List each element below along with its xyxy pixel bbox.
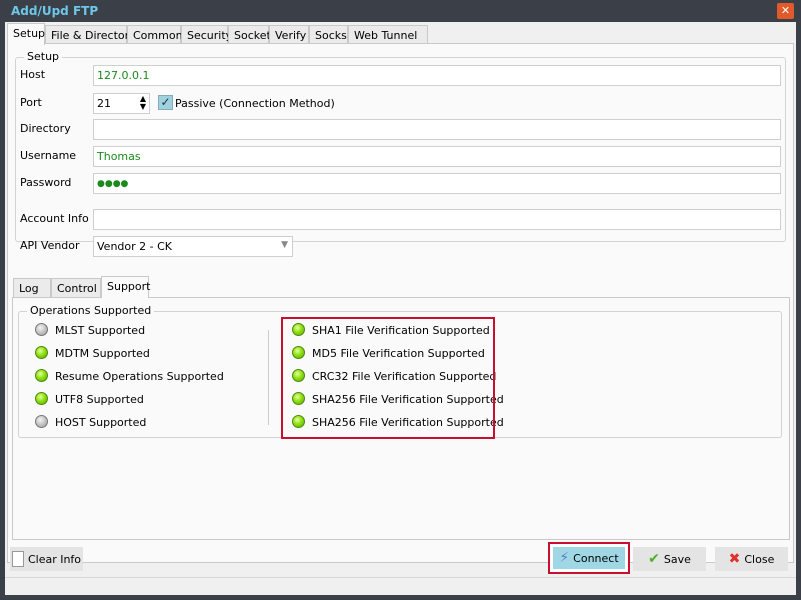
x-icon: ✖ bbox=[728, 551, 741, 567]
api-vendor-select[interactable]: Vendor 2 - CK ▼ bbox=[93, 236, 293, 257]
clear-info-label: Clear Info bbox=[27, 552, 82, 566]
title-bar: Add/Upd FTP ✕ bbox=[0, 0, 801, 22]
tab-verify[interactable]: Verify bbox=[269, 25, 309, 45]
port-stepper[interactable]: 21 ▲ ▼ bbox=[93, 93, 150, 114]
tab-setup[interactable]: Setup bbox=[7, 23, 45, 45]
connect-label: Connect bbox=[573, 551, 619, 565]
document-icon bbox=[11, 551, 24, 567]
operation-label: Resume Operations Supported bbox=[55, 370, 224, 383]
api-vendor-label: API Vendor bbox=[20, 239, 80, 252]
close-icon[interactable]: ✕ bbox=[777, 3, 794, 19]
tab-socket[interactable]: Socket bbox=[228, 25, 271, 45]
support-panel: Operations Supported MLST Supported MDTM … bbox=[12, 297, 790, 540]
operation-label: MLST Supported bbox=[55, 324, 146, 337]
connect-button[interactable]: ⚡ Connect bbox=[548, 542, 630, 574]
username-label: Username bbox=[20, 149, 77, 162]
clear-info-button[interactable]: Clear Info bbox=[10, 547, 83, 571]
account-info-label: Account Info bbox=[20, 212, 89, 225]
directory-label: Directory bbox=[20, 122, 71, 135]
directory-input[interactable] bbox=[93, 119, 781, 140]
setup-group-label: Setup bbox=[24, 50, 63, 63]
tab-web-tunnel[interactable]: Web Tunnel bbox=[348, 25, 428, 45]
passive-label: Passive (Connection Method) bbox=[175, 97, 335, 110]
save-button[interactable]: ✔ Save bbox=[633, 547, 706, 571]
tab-common[interactable]: Common bbox=[127, 25, 183, 45]
plug-icon: ⚡ bbox=[559, 550, 570, 566]
host-label: Host bbox=[20, 68, 46, 81]
chevron-down-icon: ▼ bbox=[281, 240, 288, 250]
tab-security[interactable]: Security bbox=[181, 25, 232, 45]
operations-group-label: Operations Supported bbox=[27, 304, 155, 317]
tab-control[interactable]: Control bbox=[51, 278, 101, 298]
passive-checkbox[interactable]: ✓ bbox=[158, 95, 173, 110]
divider bbox=[268, 330, 269, 425]
status-led-off-icon bbox=[35, 415, 48, 428]
password-label: Password bbox=[20, 176, 72, 189]
port-value: 21 bbox=[97, 97, 111, 110]
tab-file-directory[interactable]: File & Directory bbox=[45, 25, 136, 45]
username-input[interactable]: Thomas bbox=[93, 146, 781, 167]
spin-arrows-icon[interactable]: ▲ ▼ bbox=[140, 95, 146, 111]
window-title: Add/Upd FTP bbox=[11, 4, 99, 18]
tab-socks[interactable]: Socks bbox=[309, 25, 348, 45]
operation-label: UTF8 Supported bbox=[55, 393, 144, 406]
tab-log[interactable]: Log bbox=[13, 278, 51, 298]
close-button[interactable]: ✖ Close bbox=[715, 547, 788, 571]
status-led-on-icon bbox=[35, 392, 48, 405]
account-info-input[interactable] bbox=[93, 209, 781, 230]
dialog-body: Setup File & Directory Common Security Socke… bbox=[5, 22, 796, 595]
password-input[interactable]: ●●●● bbox=[93, 173, 781, 194]
status-divider bbox=[5, 577, 796, 578]
close-label: Close bbox=[744, 552, 775, 566]
operation-label: HOST Supported bbox=[55, 416, 147, 429]
highlight-box bbox=[281, 317, 495, 439]
setup-panel: Setup Host 127.0.0.1 Port 21 ▲ ▼ ✓ Passive… bbox=[7, 43, 794, 563]
status-led-on-icon bbox=[35, 369, 48, 382]
status-led-on-icon bbox=[35, 346, 48, 359]
status-led-off-icon bbox=[35, 323, 48, 336]
checkmark-icon: ✔ bbox=[648, 551, 660, 567]
save-label: Save bbox=[663, 552, 691, 566]
host-input[interactable]: 127.0.0.1 bbox=[93, 65, 781, 86]
tab-support[interactable]: Support bbox=[101, 276, 150, 298]
operation-label: MDTM Supported bbox=[55, 347, 150, 360]
api-vendor-value: Vendor 2 - CK bbox=[97, 240, 172, 253]
port-label: Port bbox=[20, 96, 42, 109]
